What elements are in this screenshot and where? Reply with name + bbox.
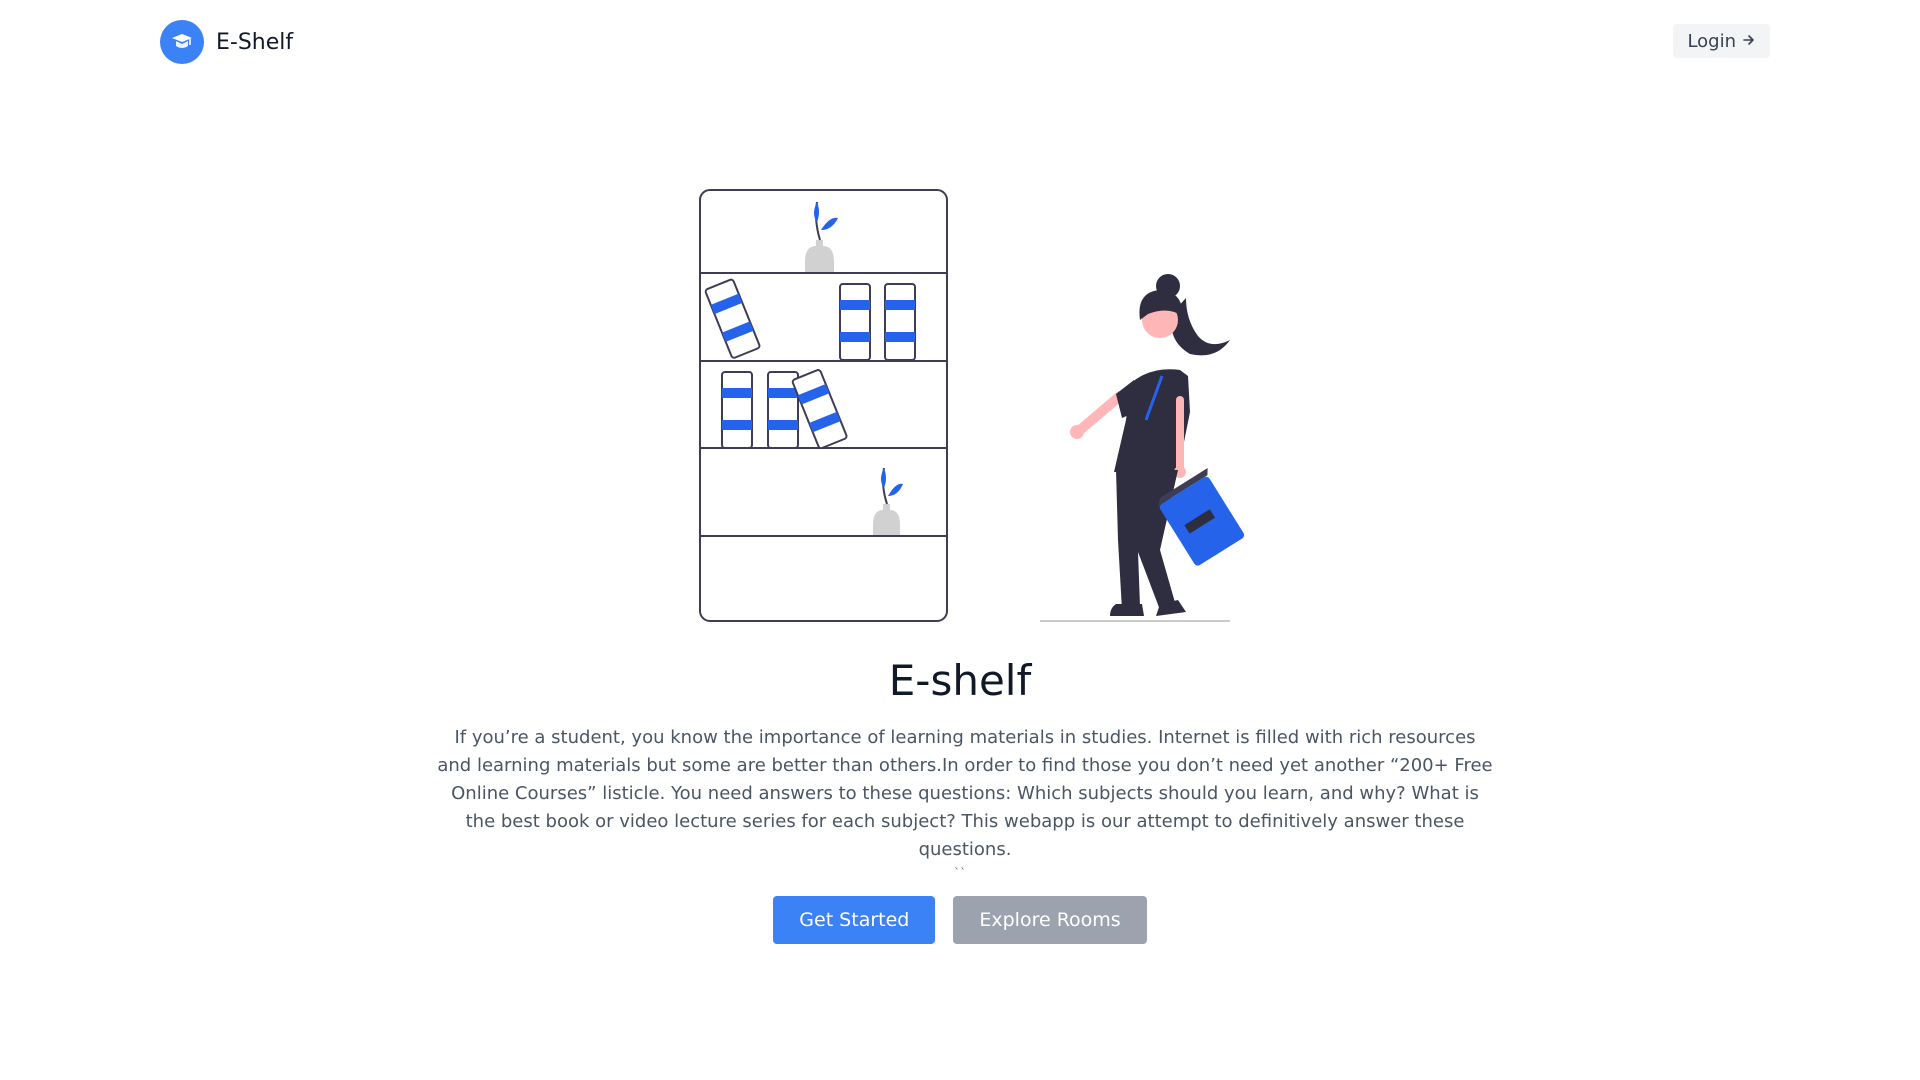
arrow-right-icon (1742, 31, 1756, 52)
graduation-cap-icon (160, 20, 204, 64)
landing-page: E-Shelf Login E-shelf If you’re a studen… (0, 0, 1920, 1080)
top-navbar: E-Shelf Login (0, 0, 1920, 84)
hero-title: E-shelf (888, 656, 1032, 705)
explore-rooms-button[interactable]: Explore Rooms (953, 896, 1147, 944)
brand-name: E-Shelf (216, 29, 294, 55)
woman-figure (1040, 274, 1245, 622)
stray-tick-text: `` (954, 866, 966, 880)
login-button[interactable]: Login (1673, 24, 1770, 58)
get-started-button[interactable]: Get Started (773, 896, 936, 944)
brand-link[interactable]: E-Shelf (160, 20, 293, 64)
woman-with-bookshelf-illustration (699, 189, 1245, 622)
hero-description: If you’re a student, you know the import… (437, 727, 1493, 860)
hero-actions: Get Started Explore Rooms (0, 896, 1920, 944)
login-label: Login (1687, 30, 1736, 52)
bookshelf-graphic (699, 189, 948, 622)
